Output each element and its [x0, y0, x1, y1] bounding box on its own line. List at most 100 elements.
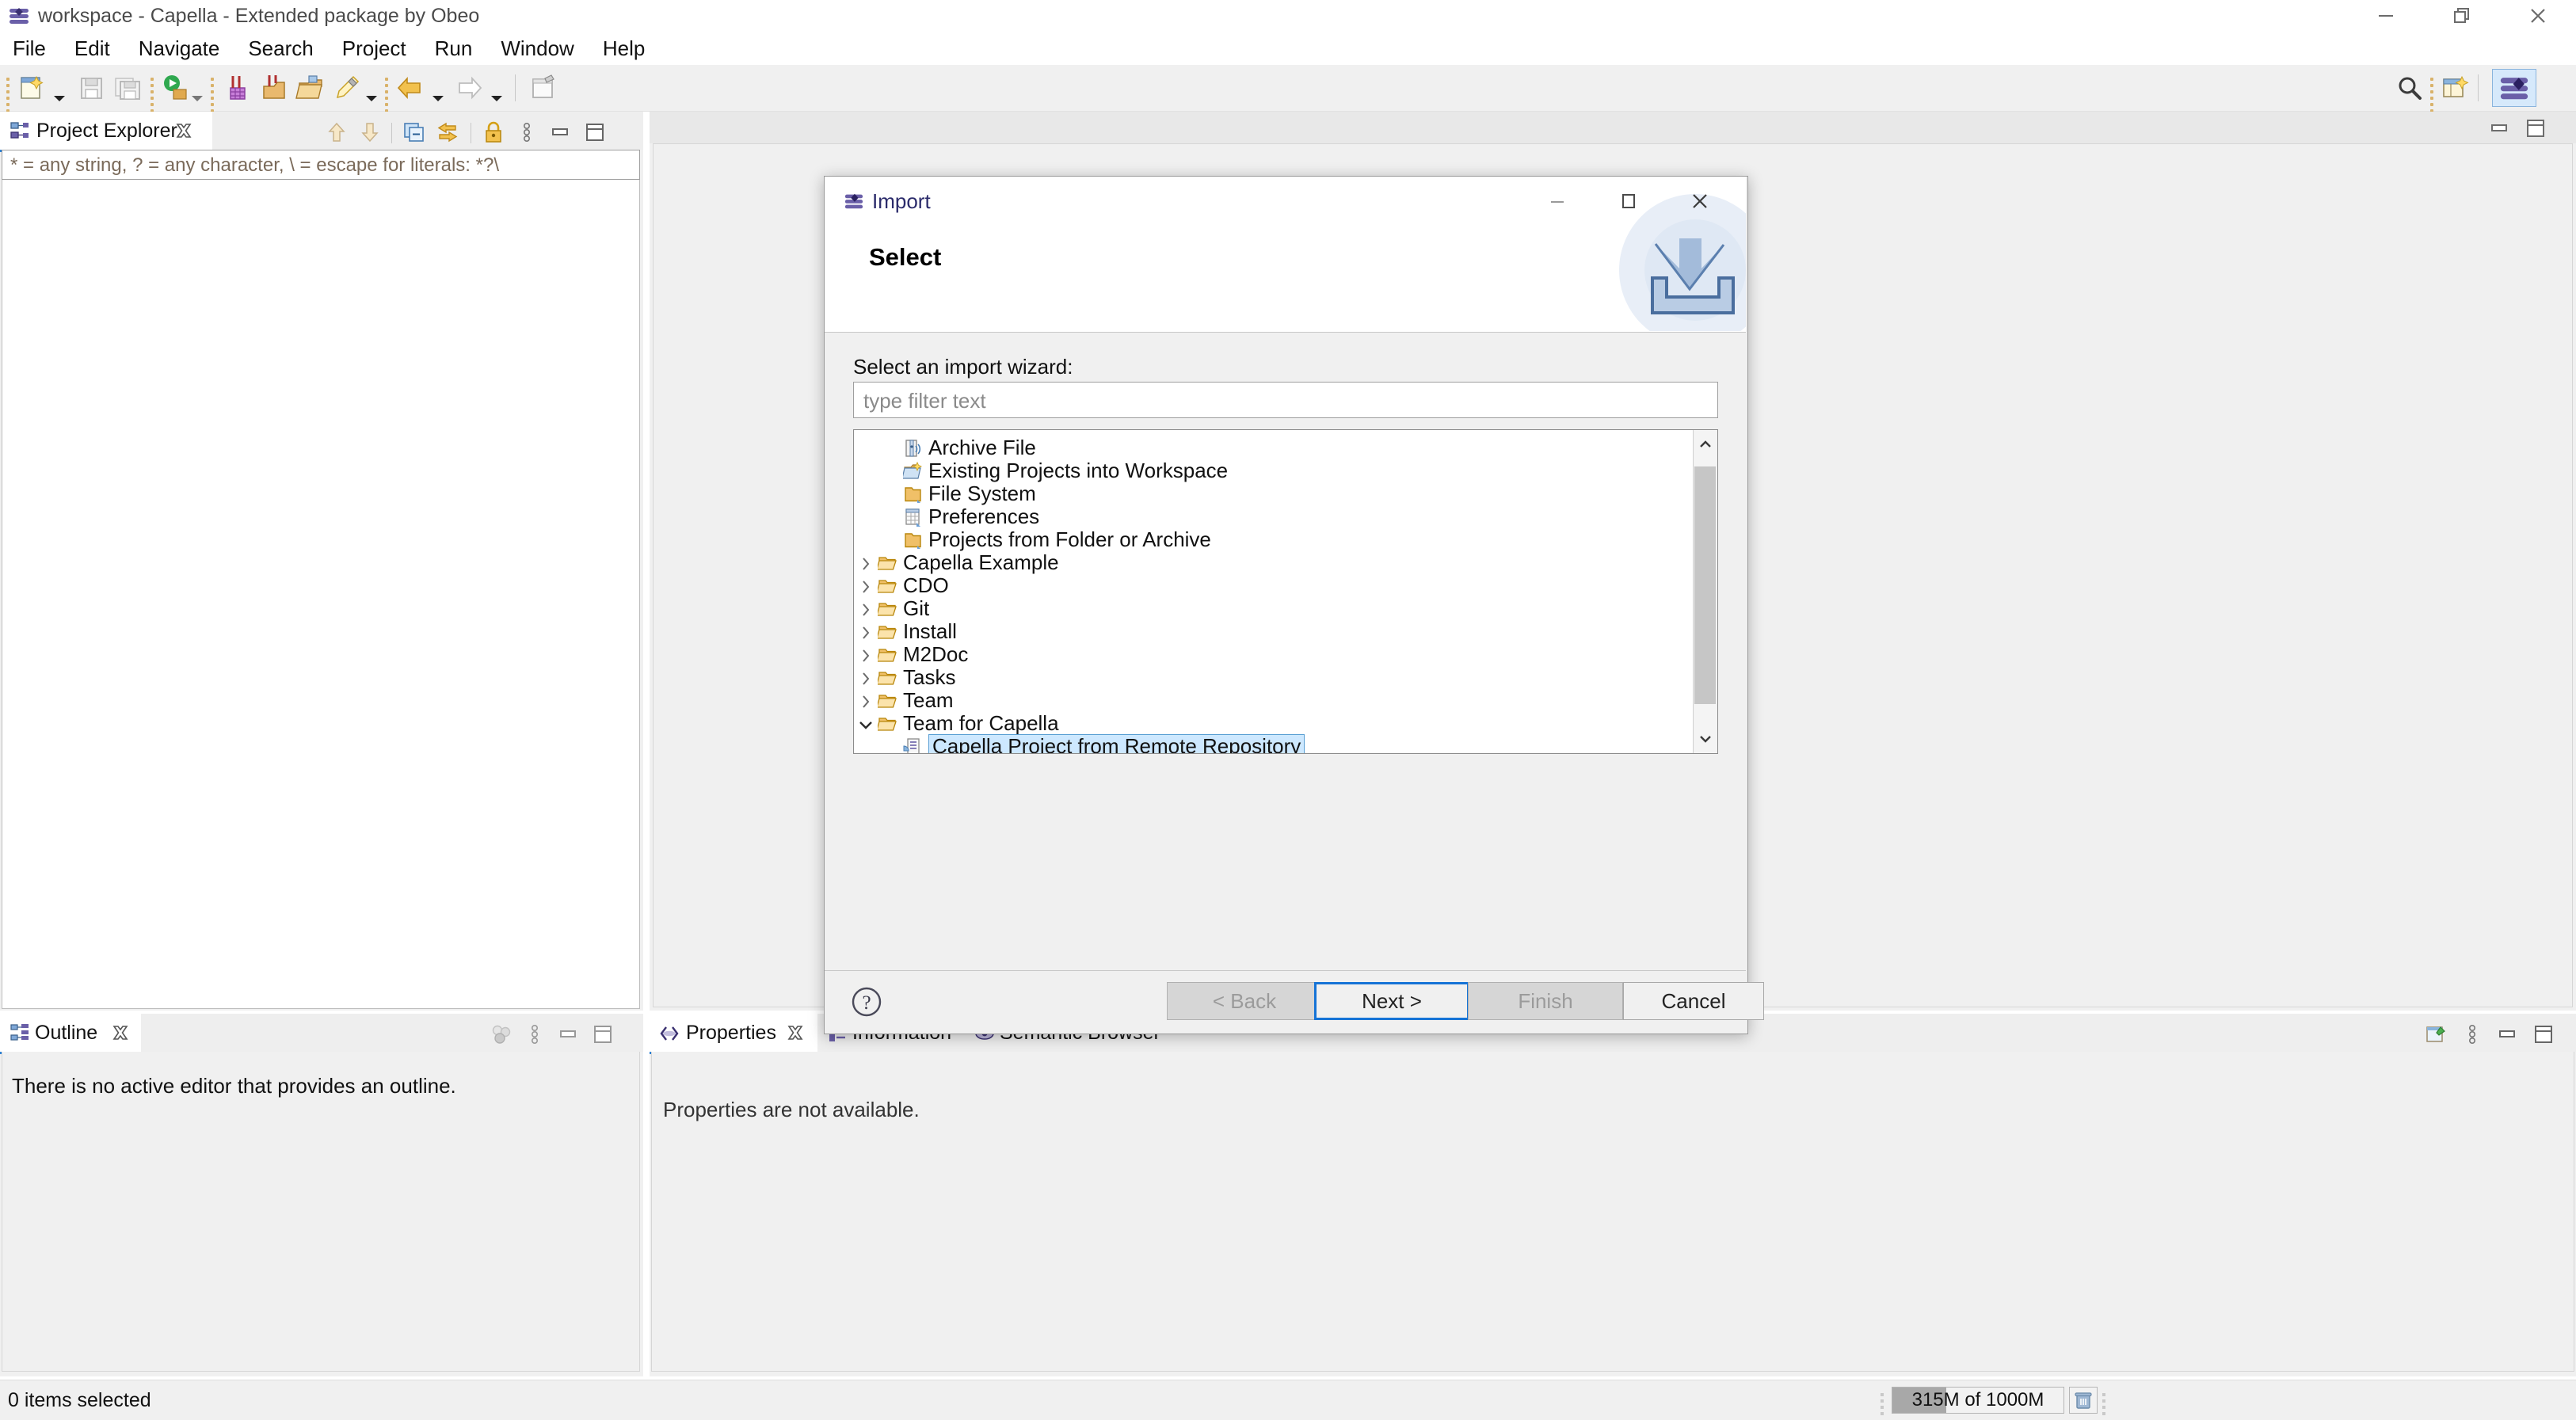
menu-item-navigate[interactable]: Navigate — [124, 32, 234, 65]
tree-item[interactable]: Capella Project from Remote Repository — [854, 732, 1686, 753]
outline-content: There is no active editor that provides … — [2, 1052, 640, 1372]
back-icon[interactable] — [394, 72, 426, 104]
filters-icon[interactable] — [490, 1023, 513, 1045]
scroll-down-arrow-icon[interactable] — [1694, 725, 1717, 753]
minimize-icon[interactable] — [2495, 1023, 2519, 1045]
highlight-icon[interactable] — [331, 72, 363, 104]
minimize-icon[interactable] — [556, 1023, 580, 1045]
pin-icon[interactable] — [2424, 1023, 2448, 1045]
new-dropdown-arrow[interactable] — [52, 84, 67, 101]
menu-item-search[interactable]: Search — [234, 32, 327, 65]
tab-properties[interactable]: Properties — [650, 1014, 817, 1054]
expand-down-icon[interactable] — [358, 121, 382, 143]
cancel-button[interactable]: Cancel — [1623, 982, 1764, 1020]
menu-item-project[interactable]: Project — [328, 32, 421, 65]
properties-panel: Properties Information — [650, 1014, 2576, 1376]
heap-drag-handle[interactable] — [1881, 1390, 1885, 1418]
tab-project-explorer[interactable]: Project Explorer — [0, 112, 212, 152]
maximize-icon[interactable] — [1593, 177, 1664, 226]
chevron-right-icon[interactable] — [857, 691, 875, 709]
chevron-right-icon[interactable] — [857, 577, 875, 594]
view-menu-icon[interactable] — [2460, 1023, 2484, 1045]
tree-item-label: Capella Project from Remote Repository — [928, 734, 1305, 753]
chevron-right-icon[interactable] — [857, 622, 875, 640]
close-tab-icon[interactable] — [111, 1023, 130, 1042]
editor-tab-row — [650, 112, 2576, 143]
save-icon — [76, 72, 108, 104]
toolbar-separator — [6, 74, 11, 112]
capella-transition-icon[interactable] — [258, 72, 290, 104]
new-editor-icon — [528, 72, 559, 104]
maximize-icon[interactable] — [2532, 1023, 2555, 1045]
outline-icon — [10, 1022, 30, 1043]
next-button[interactable]: Next > — [1314, 982, 1469, 1020]
minimize-icon[interactable] — [1522, 177, 1593, 226]
close-tab-icon[interactable] — [174, 121, 193, 140]
project-explorer-panel: Project Explorer * = any string, ? = any… — [0, 112, 643, 1011]
project-explorer-tree[interactable] — [2, 180, 640, 1009]
forward-dropdown-arrow[interactable] — [490, 84, 504, 101]
import-wizard-tree[interactable]: Archive File Existing Projects into Works… — [853, 429, 1718, 754]
outline-message: There is no active editor that provides … — [12, 1074, 456, 1098]
outline-panel: Outline There is no active editor that p… — [0, 1014, 643, 1376]
search-icon[interactable] — [2394, 72, 2425, 104]
help-icon[interactable]: ? — [850, 985, 883, 1018]
chevron-right-icon[interactable] — [857, 668, 875, 686]
new-wizard-icon[interactable] — [16, 72, 48, 104]
open-perspective-icon[interactable] — [2440, 72, 2471, 104]
view-menu-icon[interactable] — [515, 121, 539, 143]
capella-validate-icon[interactable] — [222, 72, 253, 104]
highlight-dropdown-arrow[interactable] — [364, 84, 379, 101]
menu-item-edit[interactable]: Edit — [60, 32, 124, 65]
link-with-editor-icon[interactable] — [436, 121, 459, 143]
back-button[interactable]: < Back — [1167, 982, 1322, 1020]
lock-icon[interactable] — [482, 121, 505, 143]
heap-label: 315M of 1000M — [1911, 1389, 2044, 1410]
dialog-title: Import — [872, 189, 931, 213]
run-dropdown-arrow[interactable] — [190, 84, 204, 101]
capella-open-model-icon[interactable] — [295, 72, 326, 104]
capella-perspective-icon[interactable] — [2492, 69, 2536, 107]
tab-outline[interactable]: Outline — [0, 1014, 141, 1054]
menu-item-help[interactable]: Help — [589, 32, 659, 65]
minimize-icon[interactable] — [548, 121, 572, 143]
toolbar-separator — [2430, 74, 2435, 112]
menu-item-file[interactable]: File — [0, 32, 60, 65]
heap-status-bar[interactable]: 315M of 1000M — [1892, 1387, 2064, 1414]
menu-item-run[interactable]: Run — [421, 32, 487, 65]
maximize-icon[interactable] — [2524, 118, 2547, 139]
restore-icon[interactable] — [2424, 0, 2500, 32]
back-dropdown-arrow[interactable] — [431, 84, 445, 101]
view-menu-icon[interactable] — [523, 1023, 547, 1045]
wizard-filter-input[interactable]: type filter text — [853, 382, 1718, 418]
scrollbar-thumb[interactable] — [1694, 466, 1716, 704]
minimize-icon[interactable] — [2348, 0, 2424, 32]
project-explorer-filter-input[interactable]: * = any string, ? = any character, \ = e… — [2, 150, 640, 180]
dialog-footer: ? < Back Next > Finish Cancel — [825, 970, 1764, 1033]
chevron-down-icon[interactable] — [857, 714, 875, 732]
tree-vertical-scrollbar[interactable] — [1693, 430, 1717, 753]
menu-item-window[interactable]: Window — [486, 32, 588, 65]
close-icon[interactable] — [1664, 177, 1736, 226]
maximize-icon[interactable] — [583, 121, 607, 143]
toolbar-separator — [385, 74, 390, 112]
status-drag-handle[interactable] — [2102, 1390, 2107, 1418]
close-icon[interactable] — [2500, 0, 2576, 32]
collapse-up-icon[interactable] — [325, 121, 349, 143]
trash-icon[interactable] — [2069, 1387, 2098, 1414]
finish-button[interactable]: Finish — [1468, 982, 1623, 1020]
import-dialog: Import Select Select an import wizard: t… — [824, 176, 1764, 1034]
chevron-right-icon[interactable] — [857, 645, 875, 663]
toolbar-divider — [515, 74, 516, 101]
tab-label: Outline — [35, 1022, 98, 1044]
menu-bar: File Edit Navigate Search Project Run Wi… — [0, 32, 2576, 65]
run-icon[interactable] — [160, 72, 192, 104]
close-tab-icon[interactable] — [786, 1023, 805, 1042]
collapse-all-icon[interactable] — [402, 121, 426, 143]
filter-hint-text: * = any string, ? = any character, \ = e… — [10, 154, 499, 176]
scroll-up-arrow-icon[interactable] — [1694, 430, 1717, 459]
minimize-icon[interactable] — [2487, 118, 2511, 139]
chevron-right-icon[interactable] — [857, 600, 875, 617]
chevron-right-icon[interactable] — [857, 554, 875, 571]
maximize-icon[interactable] — [591, 1023, 615, 1045]
